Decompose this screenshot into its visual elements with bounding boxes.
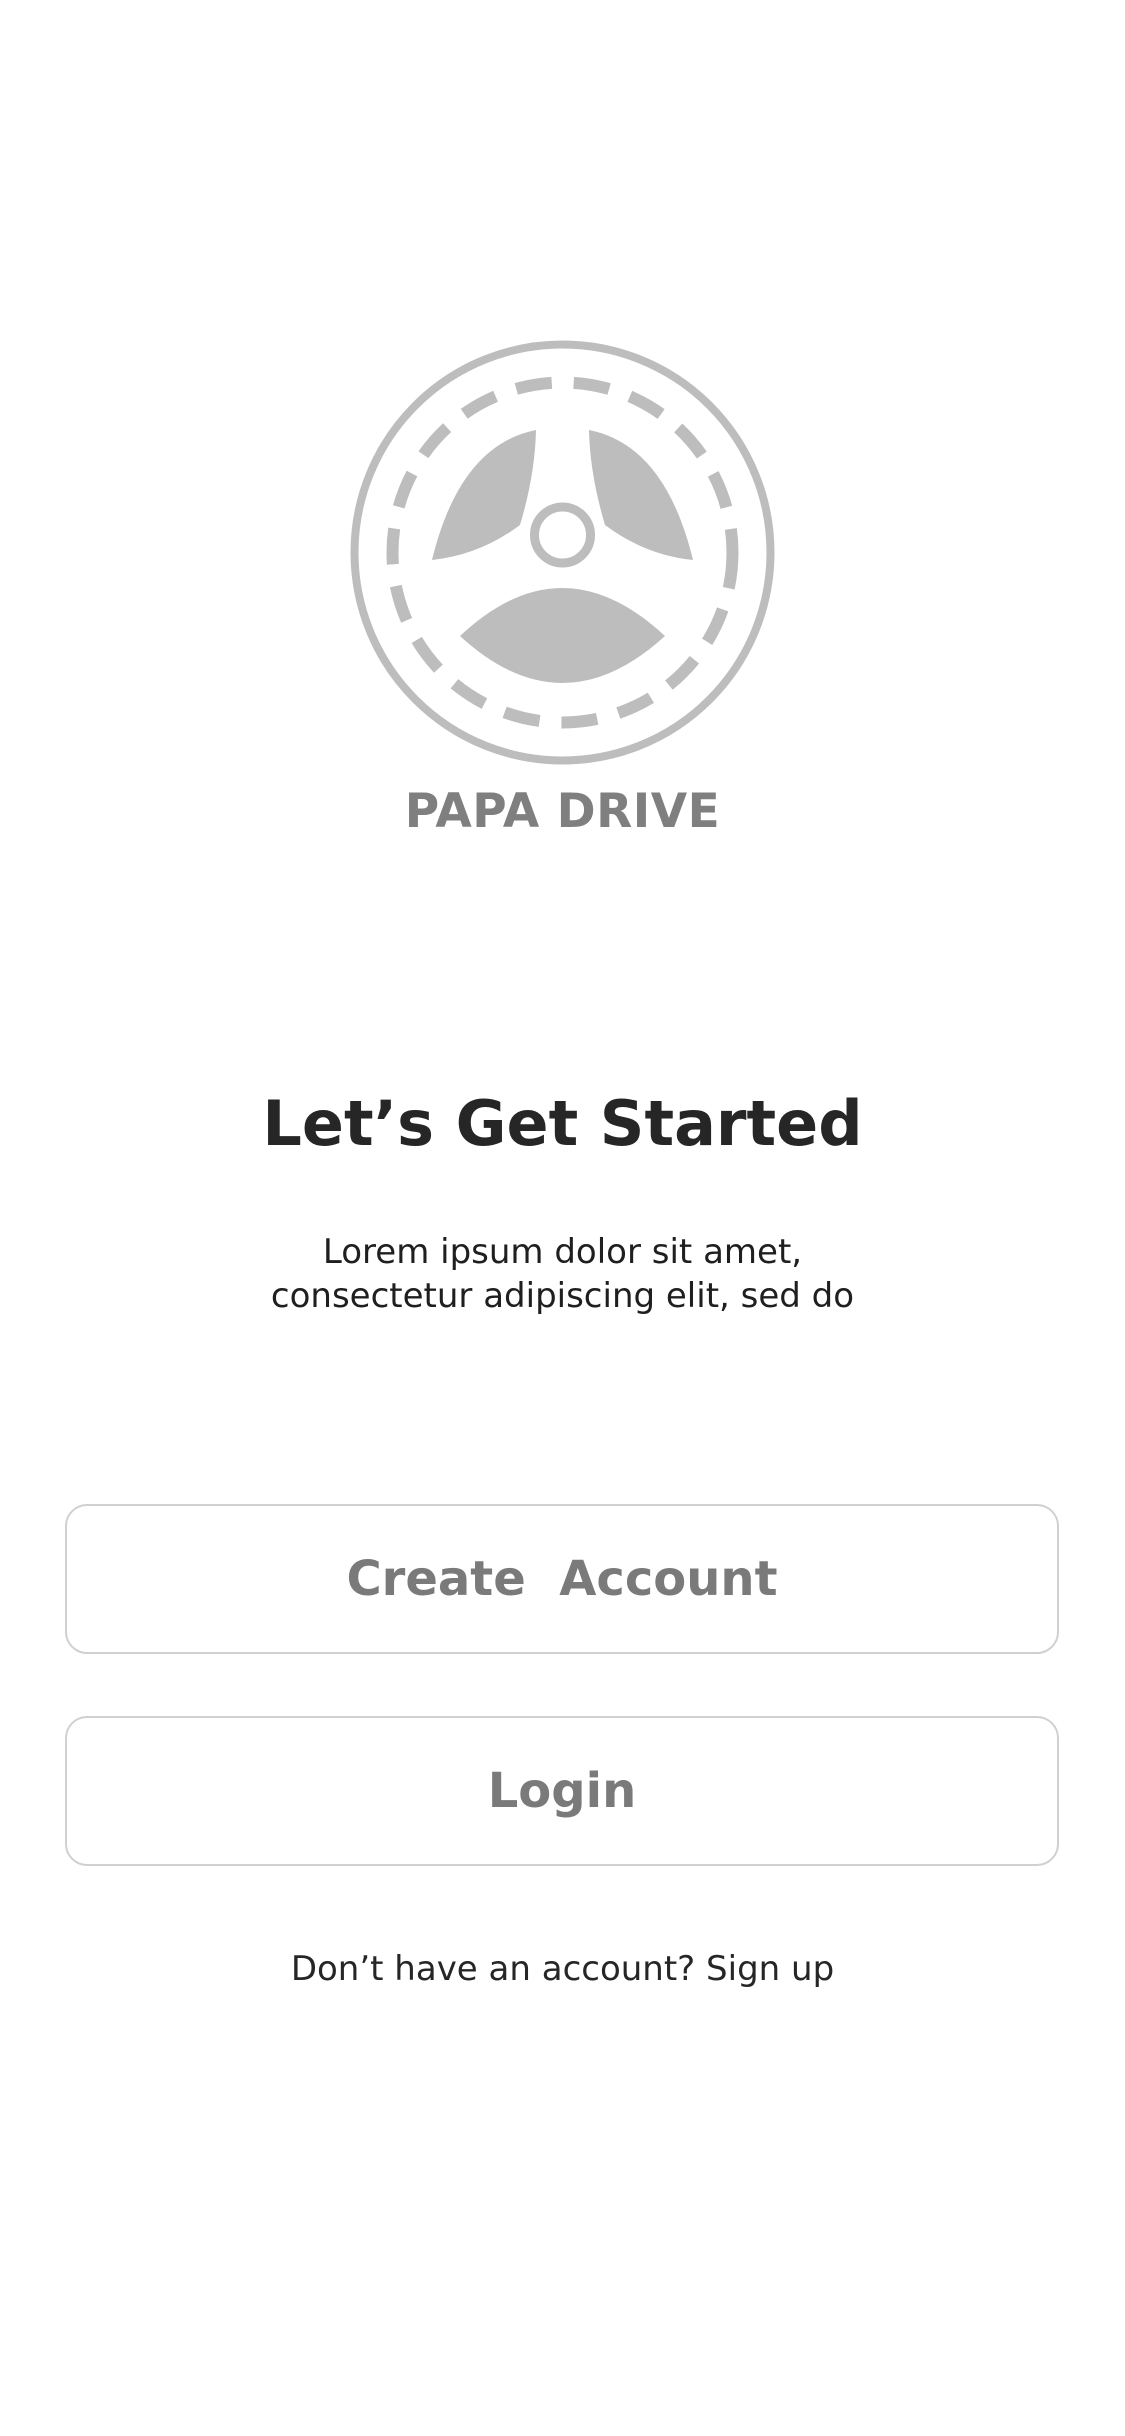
intro-description-line: consectetur adipiscing elit, sed do [270, 1276, 855, 1316]
brand-name: PAPA DRIVE [404, 784, 721, 839]
signup-prompt: Don’t have an account? Sign up [0, 1946, 1125, 1992]
app-logo [350, 340, 775, 765]
intro-description-line: Lorem ipsum dolor sit amet, [322, 1232, 803, 1272]
steering-wheel-icon [350, 340, 775, 765]
login-button[interactable]: Login [65, 1716, 1059, 1866]
page-title: Let’s Get Started [262, 1087, 863, 1160]
intro-description: Lorem ipsum dolor sit amet, consectetur … [0, 1230, 1125, 1318]
signup-prompt-text: Don’t have an account? [290, 1949, 696, 1989]
signup-link[interactable]: Sign up [706, 1949, 834, 1989]
create-account-button[interactable]: Create Account [65, 1504, 1059, 1654]
